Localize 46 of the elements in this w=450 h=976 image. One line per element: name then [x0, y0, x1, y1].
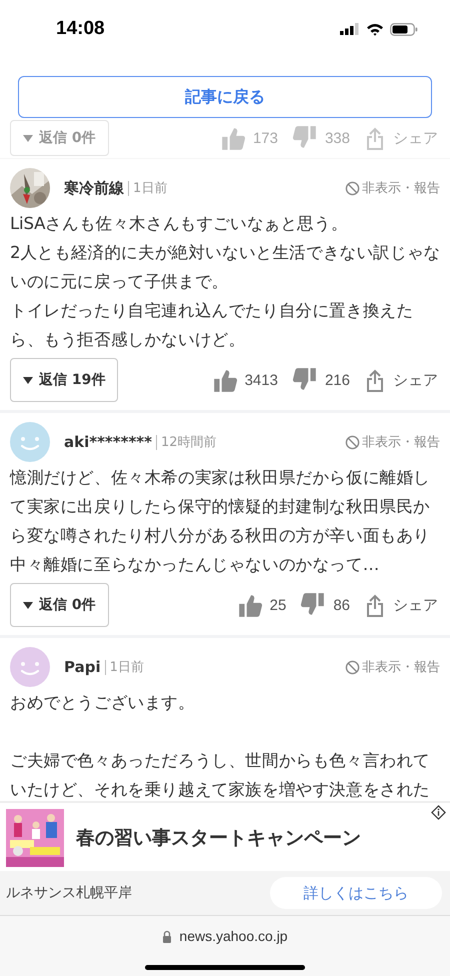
back-to-article-button[interactable]: 記事に戻る	[18, 76, 432, 118]
dislike-button[interactable]: 216	[292, 367, 350, 393]
like-button[interactable]: 25	[236, 592, 286, 618]
details-button[interactable]: 詳しくはこちら	[270, 877, 442, 909]
status-time: 14:08	[56, 18, 105, 40]
dislike-button[interactable]: 86	[300, 592, 350, 618]
wifi-icon	[366, 22, 384, 36]
block-icon	[345, 434, 360, 450]
comment-text: 2人とも経済的に夫が絶対いないと生活できない訳じゃないのに元に戻って子供まで。	[10, 242, 442, 293]
lock-icon	[162, 930, 172, 942]
hide-report-link[interactable]: 非表示・報告	[345, 658, 440, 676]
signal-icon	[340, 23, 360, 35]
post-time: 1日前	[133, 180, 168, 197]
avatar-icon	[10, 647, 50, 687]
like-button[interactable]: 3413	[212, 367, 278, 393]
comment-text: 憶測だけど、佐々木希の実家は秋田県だから仮に離婚して実家に出戻りしたら保守的懐疑的封建制な秋田県民から変な噂されたり村八分がある秋田の方が辛い面もあり中々離婚に至らなかったんじゃないのかなって…	[10, 467, 432, 576]
share-button[interactable]: シェア	[364, 368, 438, 392]
battery-icon	[390, 22, 418, 36]
url-text[interactable]: news.yahoo.co.jp	[179, 928, 288, 944]
advertiser-name: ルネサンス札幌平岸	[6, 884, 132, 902]
share-button[interactable]: シェア	[364, 593, 438, 617]
caret-icon	[23, 376, 33, 384]
replies-button[interactable]: 返信 19件	[10, 358, 118, 402]
comment-text: おめでとうございます。	[10, 692, 196, 714]
user-name[interactable]: Papi	[64, 658, 101, 676]
replies-button[interactable]: 返信 0件	[10, 583, 109, 627]
user-name[interactable]: aki********	[64, 433, 152, 451]
comment-text: ご夫婦で色々あっただろうし、世間からも色々言われていたけど、それを乗り越えて家族を増やす決意をされた	[10, 750, 432, 801]
post-time: 1日前	[110, 659, 144, 676]
block-icon	[345, 660, 360, 674]
share-icon	[364, 126, 386, 150]
info-icon	[431, 805, 446, 820]
user-name[interactable]: 寒冷前線	[64, 178, 124, 198]
block-icon	[345, 180, 360, 196]
avatar-icon	[10, 422, 50, 462]
comment-text: トイレだったり自宅連れ込んでたり自分に置き換えたら、もう拒否感しかないけど。	[10, 300, 414, 351]
caret-icon	[23, 602, 33, 608]
share-icon	[364, 593, 386, 617]
ad-title[interactable]: 春の習い事スタートキャンペーン	[76, 825, 361, 851]
caret-icon	[23, 134, 33, 142]
hide-report-link[interactable]: 非表示・報告	[345, 433, 440, 451]
share-icon	[364, 368, 386, 392]
comment-text: LiSAさんも佐々木さんもすごいなぁと思う。	[10, 213, 349, 235]
post-time: 12時間前	[161, 434, 217, 451]
hide-report-link[interactable]: 非表示・報告	[345, 179, 440, 197]
home-indicator[interactable]	[145, 965, 305, 970]
